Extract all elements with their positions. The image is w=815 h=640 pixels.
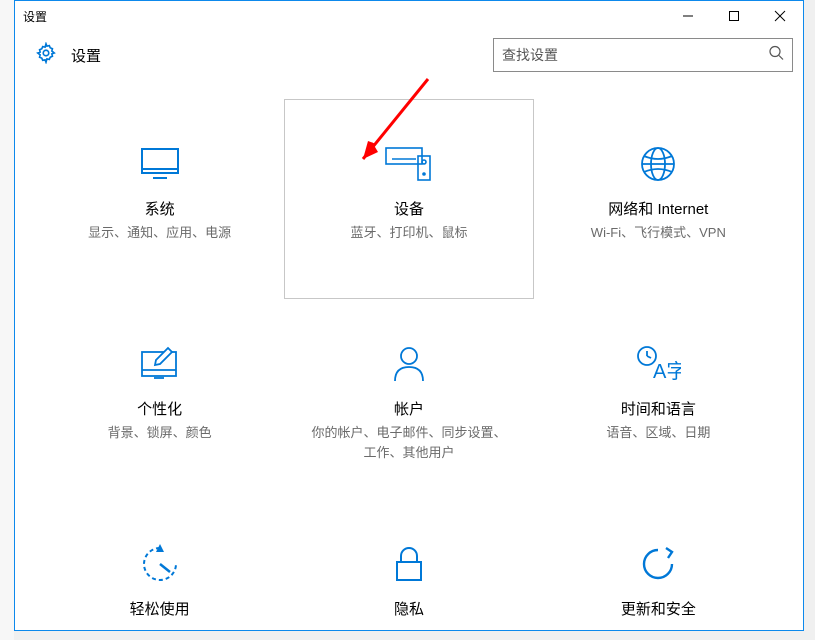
lock-icon [393,540,425,588]
gear-icon [35,42,57,69]
tile-desc: Wi-Fi、飞行模式、VPN [571,223,746,243]
tile-title: 设备 [394,198,424,219]
header-left: 设置 [35,42,101,69]
minimize-button[interactable] [665,1,711,31]
update-icon [638,540,678,588]
svg-text:A字: A字 [653,360,681,383]
titlebar: 设置 [15,1,803,31]
tile-title: 隐私 [394,598,424,619]
personalization-icon [138,340,182,388]
tile-ease-of-access[interactable]: 轻松使用 [35,499,284,630]
search-input[interactable] [502,47,784,63]
settings-grid: 系统 显示、通知、应用、电源 设备 蓝牙、打印机、鼠标 [35,99,783,630]
tile-desc: 语音、区域、日期 [586,423,730,443]
tile-network[interactable]: 网络和 Internet Wi-Fi、飞行模式、VPN [534,99,783,299]
tile-update-security[interactable]: 更新和安全 [534,499,783,630]
tile-desc: 蓝牙、打印机、鼠标 [330,223,487,243]
tile-title: 帐户 [394,398,424,419]
close-button[interactable] [757,1,803,31]
maximize-button[interactable] [711,1,757,31]
search-box[interactable] [493,38,793,72]
content-area: 系统 显示、通知、应用、电源 设备 蓝牙、打印机、鼠标 [15,79,803,630]
tile-desc: 显示、通知、应用、电源 [68,223,251,243]
tile-privacy[interactable]: 隐私 [284,499,533,630]
settings-window: 设置 设置 [14,0,804,631]
person-icon [392,340,426,388]
search-icon [768,45,784,66]
tile-title: 网络和 Internet [608,198,708,219]
tile-title: 更新和安全 [621,598,696,619]
tile-devices[interactable]: 设备 蓝牙、打印机、鼠标 [284,99,533,299]
tile-desc: 背景、锁屏、颜色 [88,423,232,443]
background-app-edge [0,0,14,640]
devices-icon [384,140,434,188]
ease-icon [140,540,180,588]
window-title: 设置 [23,8,47,25]
page-title: 设置 [71,45,101,66]
window-controls [665,1,803,31]
header: 设置 [15,31,803,79]
tile-personalization[interactable]: 个性化 背景、锁屏、颜色 [35,299,284,499]
globe-icon [638,140,678,188]
time-language-icon: A字 [635,340,681,388]
tile-title: 个性化 [137,398,182,419]
tile-title: 轻松使用 [130,598,190,619]
tile-title: 系统 [145,198,175,219]
tile-accounts[interactable]: 帐户 你的帐户、电子邮件、同步设置、工作、其他用户 [284,299,533,499]
tile-desc: 你的帐户、电子邮件、同步设置、工作、其他用户 [285,423,532,462]
system-icon [139,140,181,188]
tile-system[interactable]: 系统 显示、通知、应用、电源 [35,99,284,299]
tile-time-language[interactable]: A字 时间和语言 语音、区域、日期 [534,299,783,499]
tile-title: 时间和语言 [621,398,696,419]
